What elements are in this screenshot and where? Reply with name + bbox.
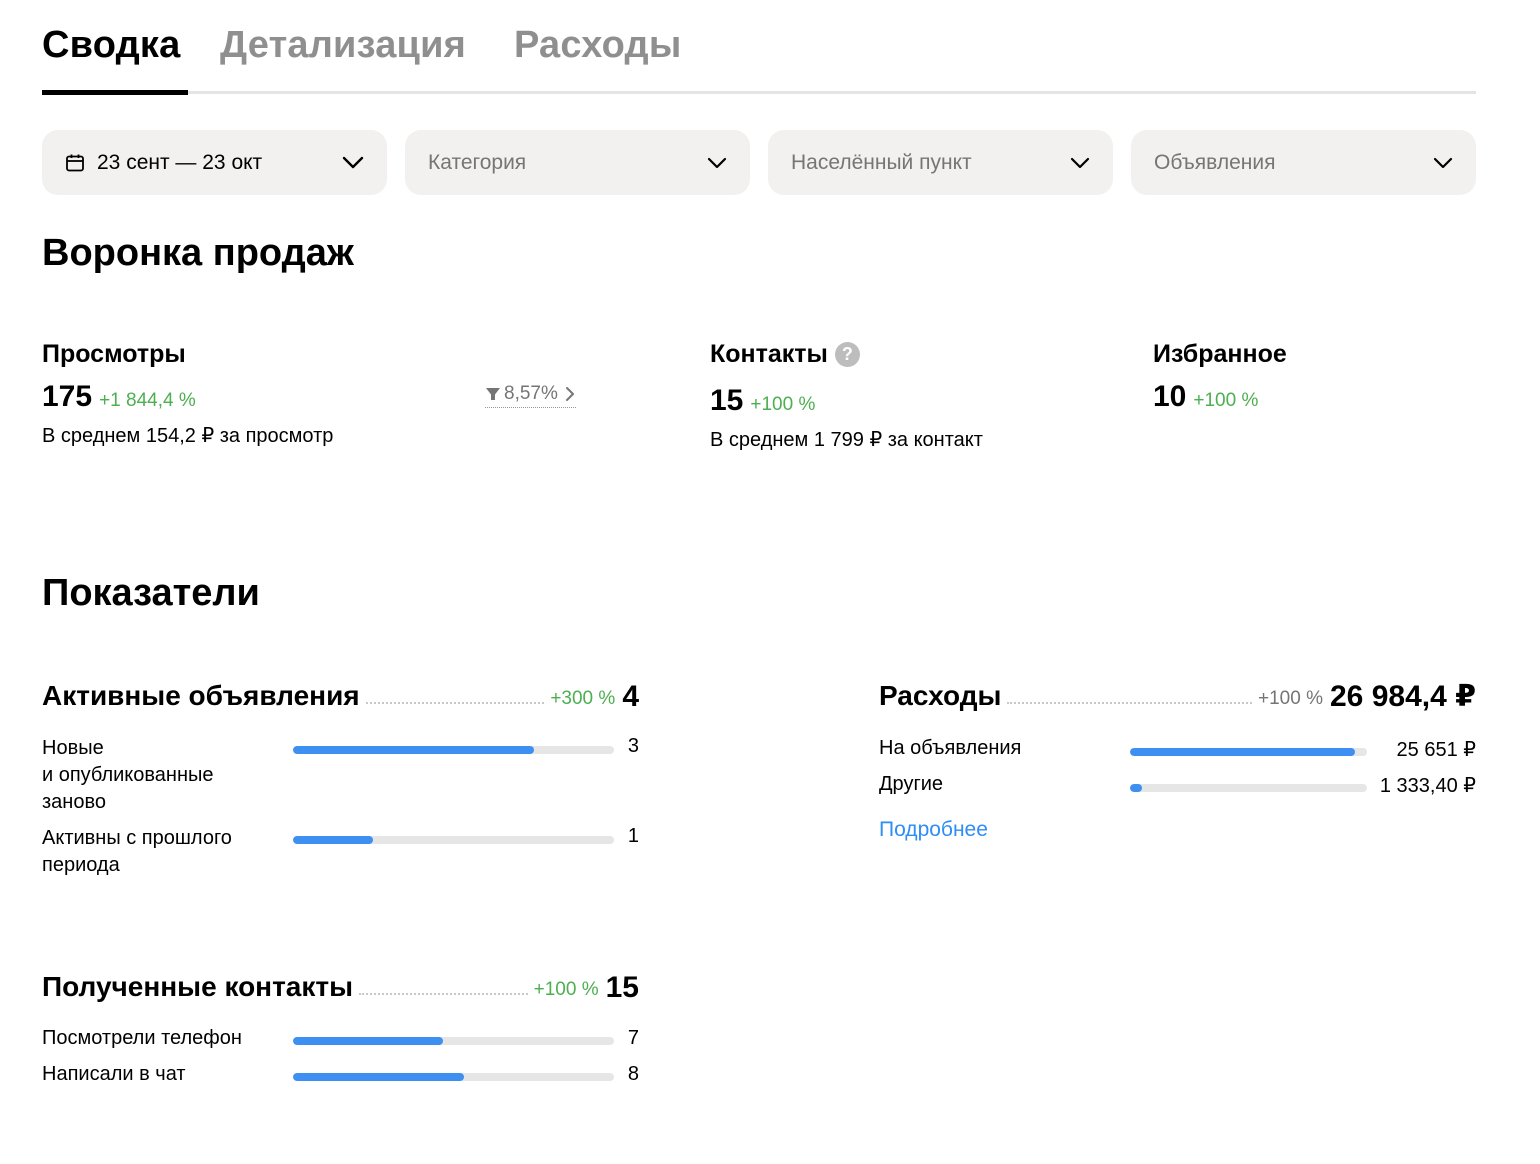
- prev-period-bar: [293, 836, 614, 844]
- favorites-value-row: 10 +100 %: [1153, 380, 1258, 414]
- contacts-value: 15: [710, 384, 744, 417]
- active-ads-row-label: Активны с прошлого периода: [42, 825, 232, 879]
- tab-bar: Сводка Детализация Расходы: [42, 22, 1476, 95]
- received-contacts-total: 15: [605, 971, 639, 1004]
- received-contacts-header: Полученные контакты +100 % 15: [42, 971, 639, 1003]
- help-icon[interactable]: ?: [834, 342, 860, 367]
- phone-views-bar: [293, 1037, 614, 1045]
- active-ads-header: Активные объявления +300 % 4: [42, 680, 639, 712]
- funnel-icon: [486, 388, 500, 400]
- expenses-ads-bar: [1130, 748, 1367, 756]
- chevron-down-icon: [1433, 157, 1453, 168]
- active-ads-total: 4: [622, 680, 639, 713]
- expenses-header: Расходы +100 % 26 984,4 ₽: [879, 680, 1476, 712]
- dotted-leader: [365, 702, 545, 704]
- views-change: +1 844,4 %: [99, 390, 196, 411]
- contacts-change: +100 %: [750, 394, 816, 415]
- bar-fill: [293, 1037, 443, 1045]
- bar-fill: [293, 836, 374, 844]
- favorites-change: +100 %: [1193, 390, 1259, 411]
- prev-period-value: 1: [627, 825, 639, 847]
- chevron-down-icon: [1070, 157, 1090, 168]
- chevron-down-icon: [342, 156, 364, 168]
- tab-details[interactable]: Детализация: [220, 24, 466, 67]
- phone-views-value: 7: [627, 1027, 639, 1049]
- row-label-line: и опубликованные: [42, 764, 214, 786]
- active-ads-title: Активные объявления: [42, 680, 360, 711]
- chat-messages-label: Написали в чат: [42, 1063, 186, 1085]
- views-value: 175: [42, 380, 93, 413]
- tab-expenses[interactable]: Расходы: [514, 24, 681, 67]
- views-value-row: 175 +1 844,4 %: [42, 380, 196, 414]
- expenses-change: +100 %: [1258, 688, 1323, 709]
- bar-fill: [1130, 784, 1142, 792]
- more-link[interactable]: Подробнее: [879, 818, 988, 842]
- received-contacts-change: +100 %: [533, 979, 599, 1000]
- expenses-ads-value: 25 651 ₽: [1396, 739, 1476, 761]
- phone-views-label: Посмотрели телефон: [42, 1027, 242, 1049]
- expenses-title: Расходы: [879, 680, 1002, 711]
- conversion-value: 8,57%: [504, 383, 558, 404]
- expenses-total: 26 984,4 ₽: [1330, 680, 1476, 713]
- views-average: В среднем 154,2 ₽ за просмотр: [42, 425, 334, 447]
- chat-messages-bar: [293, 1073, 614, 1081]
- favorites-label: Избранное: [1153, 340, 1287, 368]
- chevron-right-icon: [565, 387, 574, 401]
- funnel-title: Воронка продаж: [42, 232, 354, 274]
- category-filter-placeholder: Категория: [428, 150, 527, 174]
- bar-fill: [1130, 748, 1356, 756]
- ads-filter-placeholder: Объявления: [1154, 150, 1276, 174]
- bar-fill: [293, 746, 534, 754]
- views-label: Просмотры: [42, 340, 186, 368]
- active-tab-indicator: [42, 90, 188, 95]
- received-contacts-title: Полученные контакты: [42, 971, 354, 1002]
- row-label-line: заново: [42, 791, 106, 813]
- contacts-average: В среднем 1 799 ₽ за контакт: [710, 429, 983, 451]
- contacts-header: Контакты ?: [710, 340, 860, 369]
- contacts-label: Контакты: [710, 340, 828, 368]
- category-filter[interactable]: Категория: [405, 130, 750, 195]
- new-ads-value: 3: [627, 735, 639, 757]
- row-label-line: Новые: [42, 737, 104, 759]
- tab-summary[interactable]: Сводка: [42, 24, 181, 67]
- metrics-title: Показатели: [42, 572, 260, 614]
- calendar-icon: [66, 154, 84, 171]
- ads-filter[interactable]: Объявления: [1131, 130, 1476, 195]
- expenses-other-bar: [1130, 784, 1367, 792]
- favorites-value: 10: [1153, 380, 1187, 413]
- row-label-line: Активны с прошлого: [42, 827, 232, 849]
- period-filter-label: 23 сент — 23 окт: [97, 150, 263, 174]
- chat-messages-value: 8: [627, 1063, 639, 1085]
- bar-fill: [293, 1073, 465, 1081]
- active-ads-change: +300 %: [550, 688, 616, 709]
- active-ads-row-label: Новые и опубликованные заново: [42, 735, 214, 816]
- expenses-other-label: Другие: [879, 773, 944, 795]
- contacts-value-row: 15 +100 %: [710, 384, 815, 418]
- expenses-ads-label: На объявления: [879, 737, 1022, 759]
- expenses-other-value: 1 333,40 ₽: [1379, 775, 1476, 797]
- dotted-leader: [1007, 702, 1253, 704]
- chevron-down-icon: [707, 157, 727, 168]
- period-filter[interactable]: 23 сент — 23 окт: [42, 130, 387, 195]
- conversion-link[interactable]: 8,57%: [485, 383, 576, 408]
- new-ads-bar: [293, 746, 614, 754]
- row-label-line: периода: [42, 854, 120, 876]
- locality-filter[interactable]: Населённый пункт: [768, 130, 1113, 195]
- dotted-leader: [359, 993, 528, 995]
- locality-filter-placeholder: Населённый пункт: [791, 150, 972, 174]
